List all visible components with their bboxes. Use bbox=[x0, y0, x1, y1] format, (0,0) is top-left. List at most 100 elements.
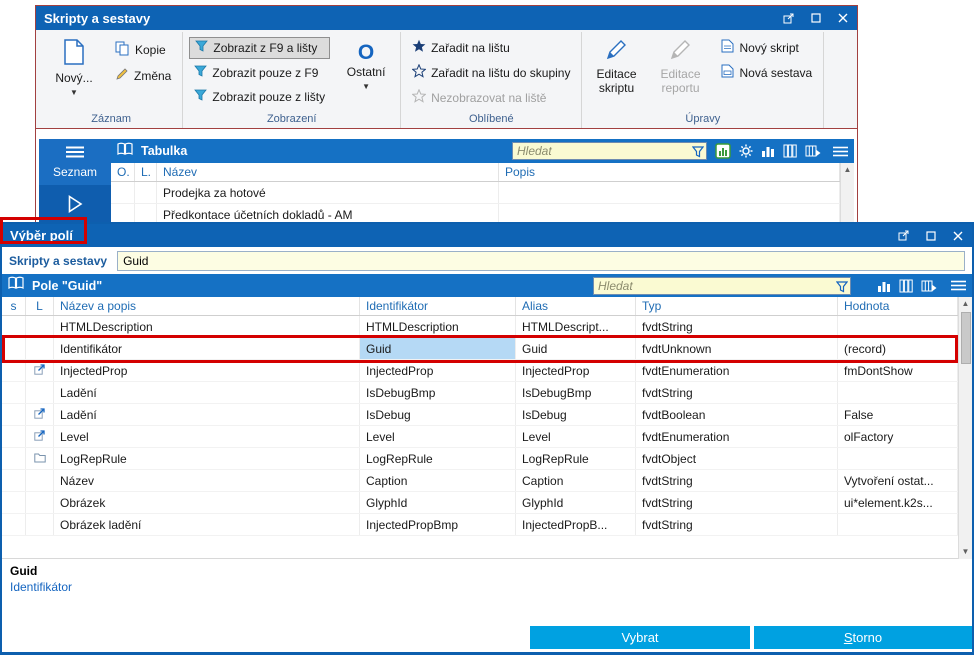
menu-icon[interactable] bbox=[833, 146, 848, 157]
table-row[interactable]: Obrázek ladění InjectedPropBmp InjectedP… bbox=[2, 514, 958, 536]
main-content: Seznam Tabulka Hledat O. L. Název Popis … bbox=[36, 139, 857, 226]
cell-alias: Caption bbox=[516, 470, 636, 491]
cell-s bbox=[2, 470, 26, 491]
dialog-table-title: Pole "Guid" bbox=[32, 278, 103, 293]
column-header-nazev[interactable]: Název bbox=[157, 163, 499, 181]
column-header-alias[interactable]: Alias bbox=[516, 297, 636, 315]
scroll-up-icon[interactable]: ▲ bbox=[962, 297, 970, 311]
bar-chart-icon[interactable] bbox=[877, 279, 891, 293]
column-header-type[interactable]: Typ bbox=[636, 297, 838, 315]
table-row[interactable]: Level Level Level fvdtEnumeration olFact… bbox=[2, 426, 958, 448]
sidebar-item-run[interactable] bbox=[39, 185, 111, 226]
goto-link-icon bbox=[34, 407, 45, 422]
add-to-bar-button[interactable]: Zařadit na lištu bbox=[407, 37, 575, 58]
cell-l bbox=[26, 404, 54, 425]
cell-name: Obrázek ladění bbox=[54, 514, 360, 535]
filter-funnel-icon[interactable] bbox=[835, 280, 849, 298]
scrollbar-thumb[interactable] bbox=[960, 312, 971, 364]
maximize-icon[interactable] bbox=[924, 229, 937, 242]
field-detail-panel: Guid Identifikátor bbox=[2, 559, 972, 594]
cell-l bbox=[135, 182, 157, 203]
dialog-table-toolbar: Pole "Guid" bbox=[2, 274, 972, 297]
column-header-identifier[interactable]: Identifikátor bbox=[360, 297, 516, 315]
select-button-label: Vybrat bbox=[621, 630, 659, 645]
copy-icon bbox=[115, 41, 130, 59]
table-row-selected[interactable]: Identifikátor Guid Guid fvdtUnknown (rec… bbox=[2, 338, 958, 360]
cell-name: Level bbox=[54, 426, 360, 447]
cell-alias: HTMLDescript... bbox=[516, 316, 636, 337]
columns-icon[interactable] bbox=[899, 279, 913, 293]
show-only-bar-button[interactable]: Zobrazit pouze z lišty bbox=[189, 87, 330, 107]
menu-icon[interactable] bbox=[951, 280, 966, 291]
table-row[interactable]: Ladění IsDebugBmp IsDebugBmp fvdtString bbox=[2, 382, 958, 404]
new-script-label: Nový skript bbox=[739, 40, 799, 55]
vertical-scrollbar[interactable]: ▲ bbox=[840, 163, 854, 226]
copy-button[interactable]: Kopie bbox=[110, 39, 176, 61]
restore-icon[interactable] bbox=[897, 229, 910, 242]
table-row[interactable]: Ladění IsDebug IsDebug fvdtBoolean False bbox=[2, 404, 958, 426]
edit-script-label: Editace skriptu bbox=[596, 66, 637, 95]
cell-alias: InjectedProp bbox=[516, 360, 636, 381]
cell-identifier-selected: Guid bbox=[360, 338, 516, 359]
context-value-input[interactable] bbox=[117, 250, 965, 271]
cell-name: Ladění bbox=[54, 404, 360, 425]
search-input[interactable] bbox=[593, 276, 851, 295]
maximize-icon[interactable] bbox=[809, 12, 822, 25]
add-to-bar-group-label: Zařadit na lištu do skupiny bbox=[431, 65, 571, 80]
ribbon-group-label: Oblíbené bbox=[468, 113, 514, 125]
show-f9-and-bar-button[interactable]: Zobrazit z F9 a lišty bbox=[189, 37, 331, 59]
cell-identifier: InjectedPropBmp bbox=[360, 514, 516, 535]
cell-type: fvdtString bbox=[636, 470, 838, 491]
table-row[interactable]: LogRepRule LogRepRule LogRepRule fvdtObj… bbox=[2, 448, 958, 470]
column-header-o[interactable]: O. bbox=[111, 163, 135, 181]
select-button[interactable]: Vybrat bbox=[530, 626, 750, 649]
new-button[interactable]: Nový... ▼ bbox=[46, 35, 102, 107]
new-script-button[interactable]: Nový skript bbox=[716, 37, 817, 58]
cell-l bbox=[26, 470, 54, 491]
cancel-button[interactable]: Storno bbox=[754, 626, 972, 649]
columns-icon[interactable] bbox=[783, 144, 797, 158]
new-report-button[interactable]: Nová sestava bbox=[716, 62, 817, 83]
add-to-bar-group-button[interactable]: Zařadit na lištu do skupiny bbox=[407, 62, 575, 83]
cell-l bbox=[26, 316, 54, 337]
filter-funnel-icon[interactable] bbox=[691, 145, 705, 163]
cell-identifier: GlyphId bbox=[360, 492, 516, 513]
table-row[interactable]: Obrázek GlyphId GlyphId fvdtString ui*el… bbox=[2, 492, 958, 514]
change-button[interactable]: Změna bbox=[110, 65, 176, 86]
edit-script-button[interactable]: Editace skriptu bbox=[588, 35, 644, 107]
cell-name: Identifikátor bbox=[54, 338, 360, 359]
goto-link-icon bbox=[34, 363, 45, 378]
close-icon[interactable] bbox=[951, 229, 964, 242]
table-row[interactable]: Název Caption Caption fvdtString Vytvoře… bbox=[2, 470, 958, 492]
table-row[interactable]: HTMLDescription HTMLDescription HTMLDesc… bbox=[2, 316, 958, 338]
bar-chart-icon[interactable] bbox=[761, 144, 775, 158]
scroll-up-icon[interactable]: ▲ bbox=[844, 163, 852, 177]
scroll-down-icon[interactable]: ▼ bbox=[962, 545, 970, 559]
dialog-titlebar: Výběr polí bbox=[2, 224, 972, 247]
show-only-f9-button[interactable]: Zobrazit pouze z F9 bbox=[189, 63, 330, 83]
table-export-icon[interactable] bbox=[805, 144, 821, 158]
chart-panel-icon[interactable] bbox=[715, 143, 731, 159]
table-export-icon[interactable] bbox=[921, 279, 937, 293]
column-header-popis[interactable]: Popis bbox=[499, 163, 840, 181]
cell-type: fvdtObject bbox=[636, 448, 838, 469]
search-input[interactable] bbox=[512, 142, 707, 160]
vertical-scrollbar[interactable]: ▲ ▼ bbox=[958, 297, 972, 559]
change-button-label: Změna bbox=[134, 68, 172, 83]
cell-type: fvdtString bbox=[636, 514, 838, 535]
gear-icon[interactable] bbox=[739, 144, 753, 158]
close-icon[interactable] bbox=[836, 12, 849, 25]
restore-icon[interactable] bbox=[782, 12, 795, 25]
table-row[interactable]: InjectedProp InjectedProp InjectedProp f… bbox=[2, 360, 958, 382]
cell-l bbox=[26, 382, 54, 403]
column-header-s[interactable]: s bbox=[2, 297, 26, 315]
other-button[interactable]: O Ostatní ▼ bbox=[338, 35, 394, 107]
column-header-name[interactable]: Název a popis bbox=[54, 297, 360, 315]
table-toolbar: Tabulka bbox=[111, 139, 854, 163]
sidebar-item-seznam[interactable]: Seznam bbox=[39, 139, 111, 185]
column-header-l[interactable]: L bbox=[26, 297, 54, 315]
table-row[interactable]: Prodejka za hotové bbox=[111, 182, 840, 204]
column-header-l[interactable]: L. bbox=[135, 163, 157, 181]
copy-button-label: Kopie bbox=[135, 43, 166, 57]
column-header-value[interactable]: Hodnota bbox=[838, 297, 958, 315]
